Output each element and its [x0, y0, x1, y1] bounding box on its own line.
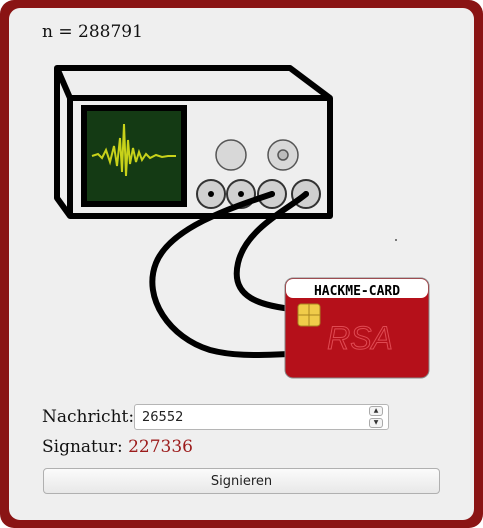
- decrement-button[interactable]: ▼: [369, 418, 383, 428]
- modulus-label: n = 288791: [42, 22, 143, 42]
- signature-value: 227336: [128, 437, 193, 457]
- message-label: Nachricht:: [42, 407, 135, 427]
- spin-buttons: ▲ ▼: [369, 406, 383, 428]
- signature-row: Signatur: 227336: [42, 437, 193, 457]
- signature-label: Signatur:: [42, 437, 123, 457]
- increment-button[interactable]: ▲: [369, 406, 383, 416]
- smart-card: HACKME-CARD RSA: [284, 277, 430, 379]
- card-watermark: RSA: [327, 320, 393, 356]
- card-title: HACKME-CARD: [314, 284, 400, 299]
- message-value[interactable]: 26552: [135, 410, 369, 425]
- oscilloscope-illustration: HACKME-CARD RSA: [54, 65, 430, 379]
- message-row: Nachricht:: [42, 404, 134, 430]
- message-input[interactable]: 26552 ▲ ▼: [134, 404, 389, 430]
- sign-button[interactable]: Signieren: [43, 468, 440, 494]
